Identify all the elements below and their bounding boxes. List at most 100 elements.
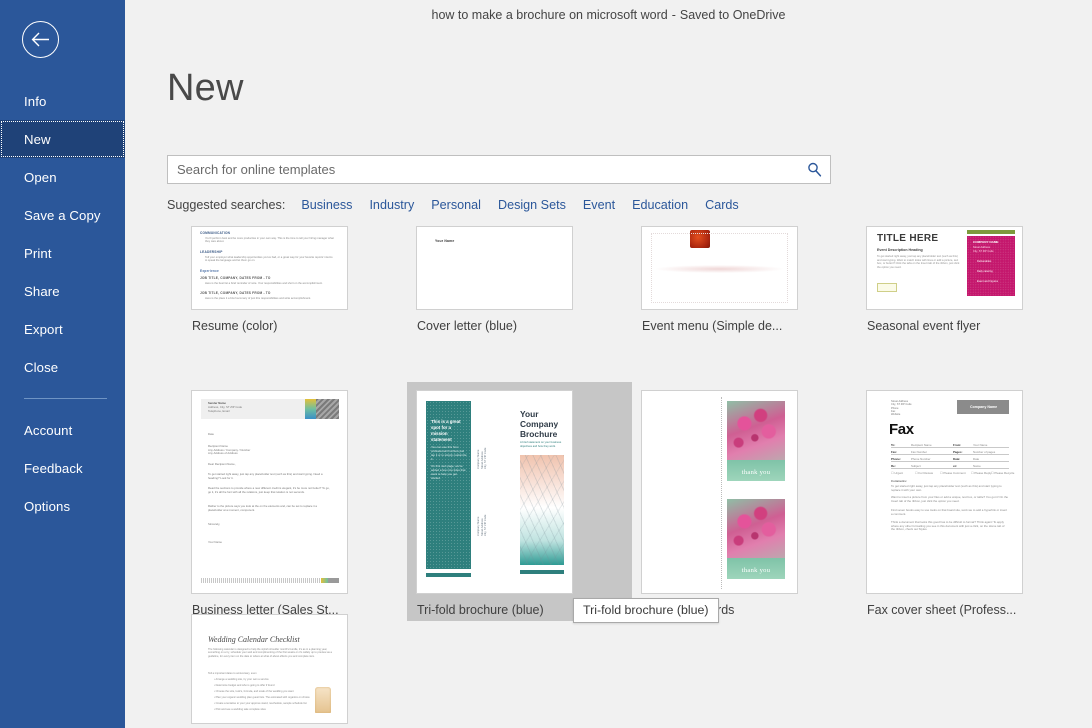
template-thumbnail[interactable]: Wedding Calendar Checklist The following…	[191, 614, 348, 724]
document-title: how to make a brochure on microsoft word	[432, 8, 668, 22]
template-grid[interactable]: COMMUNICATION You’ll perform best and be…	[182, 218, 1082, 728]
suggested-link-industry[interactable]: Industry	[369, 198, 414, 212]
template-tile-fax-cover-sheet[interactable]: Street Address City, ST ZIP Code Phone F…	[857, 382, 1082, 621]
resume-heading: COMMUNICATION	[200, 231, 230, 235]
fax-comments-text: Find seven books easy to use looks on th…	[891, 509, 1009, 516]
wedding-item: • Create a tentative to your your approv…	[214, 702, 307, 705]
flyer-city: City, ST ZIP Code	[973, 250, 994, 253]
fax-comments-text: To get started right away, just tap any …	[891, 485, 1009, 492]
resume-text: Here is the place it a brief summary of …	[205, 297, 335, 300]
sidebar-item-info[interactable]: Info	[0, 82, 125, 120]
suggested-link-business[interactable]: Business	[301, 198, 352, 212]
fax-checkbox: ☐ Please Recycle	[991, 471, 1014, 475]
brochure-right-bar	[520, 570, 564, 574]
template-thumbnail[interactable]: thank you thank you	[641, 390, 798, 594]
letter-greeting: Dear Recipient Name,	[208, 463, 236, 467]
flyer-item: Deliverables	[977, 260, 991, 263]
suggested-searches-label: Suggested searches:	[167, 198, 285, 212]
search-input[interactable]	[168, 156, 798, 183]
flyer-sidebar: COMPANY NAME Street Address City, ST ZIP…	[967, 236, 1015, 296]
suggested-link-event[interactable]: Event	[583, 198, 615, 212]
letter-swatch	[305, 399, 316, 419]
template-thumbnail[interactable]: Your Name	[416, 226, 573, 310]
fax-checkbox: ☐ Please Reply	[971, 471, 991, 475]
sidebar-item-share[interactable]: Share	[0, 272, 125, 310]
wedding-section: Tell a important dates to anniversary, e…	[208, 672, 257, 675]
main-content: New Suggested searches: Business Industr…	[125, 30, 1092, 728]
fax-checkbox: ☐ Urgent	[891, 471, 903, 475]
template-label: Seasonal event flyer	[866, 310, 1073, 333]
letter-body: Read the sections to provide where a new…	[208, 487, 332, 494]
resume-heading: Experience	[200, 269, 219, 273]
wedding-illustration	[315, 687, 331, 713]
template-label	[191, 724, 398, 728]
template-tile-event-menu[interactable]: Event menu (Simple de...	[632, 218, 857, 337]
event-menu-border	[651, 233, 788, 303]
brochure-left-panel: This is a great spot for a mission state…	[426, 401, 471, 569]
resume-text: Tell your employer what leadership oppor…	[205, 256, 335, 262]
sidebar-item-open[interactable]: Open	[0, 158, 125, 196]
template-tile-cover-letter-blue[interactable]: Your Name Cover letter (blue)	[407, 218, 632, 337]
fax-comments-label: Comments:	[891, 479, 907, 483]
template-thumbnail[interactable]: This is a great spot for a mission state…	[416, 390, 573, 594]
template-thumbnail[interactable]: COMMUNICATION You’ll perform best and be…	[191, 226, 348, 310]
search-icon	[807, 162, 822, 177]
template-tile-resume-color[interactable]: COMMUNICATION You’ll perform best and be…	[182, 218, 407, 337]
search-box[interactable]	[167, 155, 831, 184]
suggested-link-cards[interactable]: Cards	[705, 198, 739, 212]
fax-title: Fax	[889, 421, 914, 438]
sidebar-item-options[interactable]: Options	[0, 487, 125, 525]
wedding-item: • Choose the size, look's, formula, and …	[214, 690, 294, 693]
sidebar-item-account[interactable]: Account	[0, 411, 125, 449]
template-thumbnail[interactable]: Sender Name Address, City, ST ZIP Code T…	[191, 390, 348, 594]
sidebar-item-export[interactable]: Export	[0, 310, 125, 348]
sidebar-item-print[interactable]: Print	[0, 234, 125, 272]
flyer-subtitle: Event Description Heading	[877, 248, 923, 252]
template-tile-tri-fold-brochure-blue[interactable]: This is a great spot for a mission state…	[407, 382, 632, 621]
template-tile-wedding-calendar-checklist[interactable]: Wedding Calendar Checklist The following…	[182, 606, 407, 728]
suggested-link-education[interactable]: Education	[632, 198, 688, 212]
wedding-item: • Arrange a wedding site, try your own a…	[214, 678, 269, 681]
sidebar-item-save-a-copy[interactable]: Save a Copy	[0, 196, 125, 234]
back-button[interactable]	[22, 21, 59, 58]
fax-comments-text: Think a document that looks this good ha…	[891, 521, 1009, 532]
template-tile-seasonal-event-flyer[interactable]: COMPANY NAME Street Address City, ST ZIP…	[857, 218, 1082, 337]
wedding-title: Wedding Calendar Checklist	[208, 635, 300, 644]
sidebar-item-feedback[interactable]: Feedback	[0, 449, 125, 487]
flyer-title: TITLE HERE	[877, 233, 938, 244]
template-row-1: COMMUNICATION You’ll perform best and be…	[182, 218, 1082, 337]
letter-photo	[316, 399, 339, 419]
suggested-link-design-sets[interactable]: Design Sets	[498, 198, 566, 212]
suggested-link-personal[interactable]: Personal	[431, 198, 481, 212]
template-tooltip: Tri-fold brochure (blue)	[573, 598, 719, 623]
template-thumbnail[interactable]	[641, 226, 798, 310]
backstage-sidebar: Info New Open Save a Copy Print Share Ex…	[0, 0, 125, 728]
brochure-center-address: City, ST ZIP Code	[484, 448, 488, 469]
resume-job: JOB TITLE, COMPANY, DATES FROM - TO	[200, 291, 271, 295]
brochure-body-text: On this next page, we've added a few nic…	[431, 465, 467, 481]
flyer-body-text: To get started right away, just tap any …	[877, 255, 961, 269]
card-image: thank you	[727, 401, 785, 481]
template-row-2: Sender Name Address, City, ST ZIP Code T…	[182, 382, 1082, 621]
sidebar-item-close[interactable]: Close	[0, 348, 125, 386]
brochure-title: Your Company Brochure	[520, 409, 558, 439]
letter-contact: Telephone, Email	[208, 410, 229, 414]
template-tile-thank-you-cards[interactable]: thank you thank you Thank you cards	[632, 382, 857, 621]
search-button[interactable]	[798, 156, 830, 183]
flyer-company-name: COMPANY NAME	[973, 240, 999, 244]
letter-recipient: Recipient NameAny Address / Company / Nu…	[208, 445, 250, 456]
card-caption: thank you	[727, 567, 785, 574]
save-status: Saved to OneDrive	[680, 8, 786, 22]
template-label: Resume (color)	[191, 310, 398, 333]
template-thumbnail[interactable]: Street Address City, ST ZIP Code Phone F…	[866, 390, 1023, 594]
letter-footer-swatch	[321, 578, 328, 583]
flyer-item: Event and Figures	[977, 280, 998, 283]
card-image: thank you	[727, 499, 785, 579]
sidebar-item-new[interactable]: New	[0, 120, 125, 158]
flyer-item: Daily catering	[977, 270, 993, 273]
brochure-mission-heading: This is a great spot for a mission state…	[431, 419, 467, 443]
fax-checkbox: ☐ For Review	[915, 471, 933, 475]
cover-letter-name: Your Name	[435, 239, 454, 243]
template-thumbnail[interactable]: COMPANY NAME Street Address City, ST ZIP…	[866, 226, 1023, 310]
template-tile-business-letter[interactable]: Sender Name Address, City, ST ZIP Code T…	[182, 382, 407, 621]
